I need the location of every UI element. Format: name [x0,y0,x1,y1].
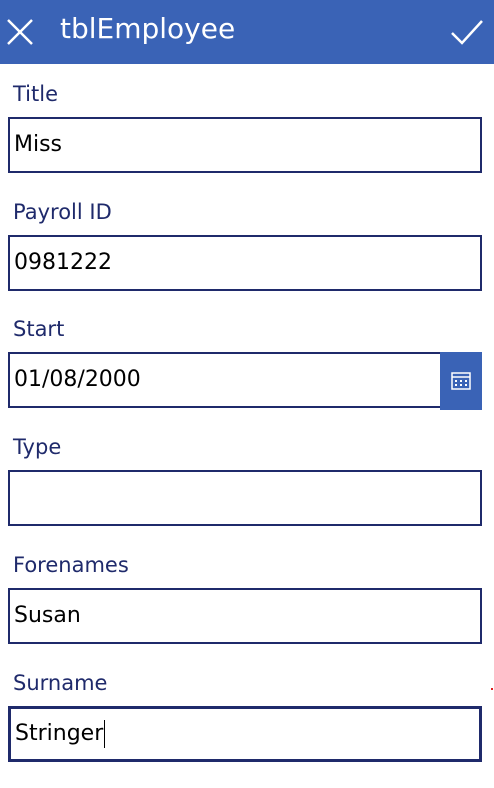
start-date-field[interactable]: 01/08/2000 [8,352,482,410]
title-field[interactable]: Miss [8,117,482,173]
checkmark-icon [451,20,483,45]
calendar-icon [451,372,471,390]
start-label: Start [13,317,65,341]
type-label: Type [13,435,62,459]
forenames-label: Forenames [13,553,129,577]
close-button[interactable] [0,0,40,64]
surname-field-value: Stringer [15,708,106,760]
surname-label: Surname [13,671,108,695]
stray-mark [491,688,493,690]
payroll-id-field[interactable]: 0981222 [8,235,482,291]
title-label: Title [13,82,59,106]
surname-field[interactable]: Stringer [8,706,482,762]
title-field-value: Miss [14,132,63,157]
text-cursor [104,720,106,748]
form-header: tblEmployee [0,0,494,64]
date-picker-button[interactable] [440,352,482,410]
start-date-value: 01/08/2000 [14,367,141,392]
forenames-field-value: Susan [14,603,81,628]
submit-button[interactable] [440,0,494,64]
surname-text: Stringer [15,721,104,746]
form-title: tblEmployee [60,12,236,45]
payroll-id-field-value: 0981222 [14,250,112,275]
payroll-id-label: Payroll ID [13,200,112,224]
close-icon [7,19,33,45]
type-field[interactable] [8,470,482,526]
forenames-field[interactable]: Susan [8,588,482,644]
